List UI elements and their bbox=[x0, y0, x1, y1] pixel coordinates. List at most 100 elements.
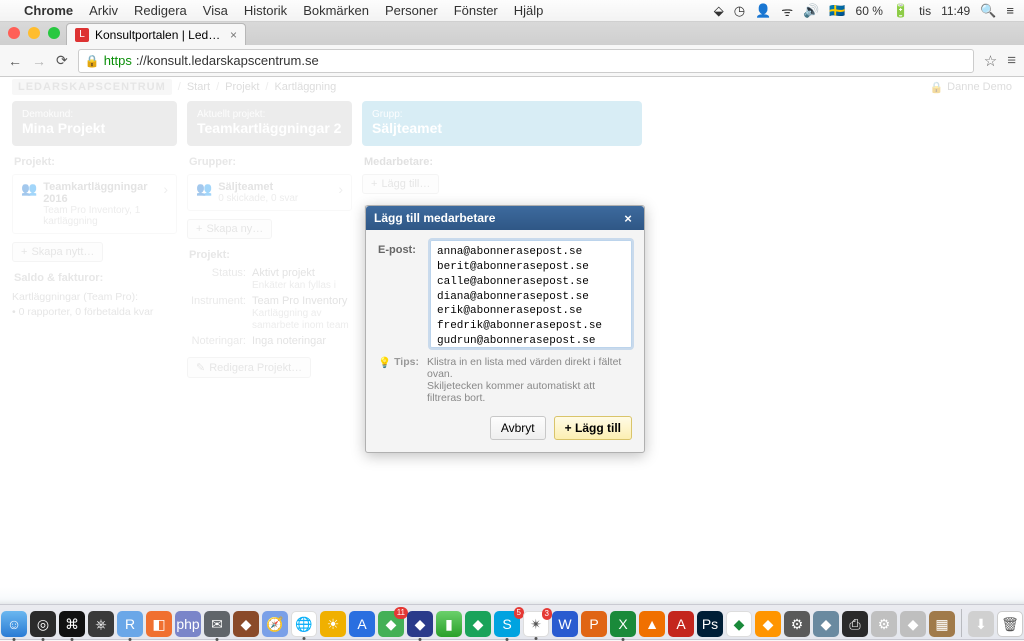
dock-app-icon[interactable]: ◆ bbox=[900, 611, 926, 637]
menu-visa[interactable]: Visa bbox=[203, 3, 228, 18]
crumb-kartlaggning[interactable]: Kartläggning bbox=[274, 81, 336, 93]
edit-project-label: Redigera Projekt… bbox=[209, 362, 302, 374]
dock-app-icon[interactable]: ◆ bbox=[813, 611, 839, 637]
url-rest: ://konsult.ledarskapscentrum.se bbox=[136, 53, 319, 68]
macos-menubar: Chrome Arkiv Redigera Visa Historik Bokm… bbox=[0, 0, 1024, 22]
app-breadcrumb-bar: LEDARSKAPSCENTRUM / Start / Projekt / Ka… bbox=[0, 77, 1024, 97]
dock-acrobat-icon[interactable]: A bbox=[668, 611, 694, 637]
address-bar[interactable]: 🔒 https ://konsult.ledarskapscentrum.se bbox=[78, 49, 974, 73]
reload-button[interactable]: ⟳ bbox=[56, 52, 68, 69]
dock-app-icon[interactable]: ⎙ bbox=[842, 611, 868, 637]
dock-appstore-icon[interactable]: A bbox=[349, 611, 375, 637]
dock-app-icon[interactable]: ◎ bbox=[30, 611, 56, 637]
dock-app-icon[interactable]: ◆ bbox=[755, 611, 781, 637]
dock-vlc-icon[interactable]: ▲ bbox=[639, 611, 665, 637]
edit-project-button[interactable]: ✎ Redigera Projekt… bbox=[187, 357, 311, 378]
window-close-button[interactable] bbox=[8, 27, 20, 39]
menubar-app[interactable]: Chrome bbox=[24, 3, 73, 18]
menu-personer[interactable]: Personer bbox=[385, 3, 438, 18]
column-aktuellt-projekt: Aktuellt projekt: Teamkartläggningar 20 … bbox=[187, 101, 352, 378]
modal-close-button[interactable]: × bbox=[620, 210, 636, 226]
back-button[interactable]: ← bbox=[8, 53, 22, 69]
volume-icon[interactable]: 🔊 bbox=[803, 3, 819, 19]
tab-close-icon[interactable]: × bbox=[230, 28, 237, 42]
menu-historik[interactable]: Historik bbox=[244, 3, 287, 18]
chrome-menu-icon[interactable]: ≡ bbox=[1007, 52, 1016, 69]
crumb-projekt[interactable]: Projekt bbox=[225, 81, 259, 93]
project-list-item[interactable]: 👥 Teamkartläggningar 2016 Team Pro Inven… bbox=[12, 174, 177, 234]
dock-app-icon[interactable]: ☀ bbox=[320, 611, 346, 637]
dock-systemprefs-icon[interactable]: ⚙ bbox=[871, 611, 897, 637]
section-grupper-label: Grupper: bbox=[189, 156, 350, 168]
crumb-sep: / bbox=[216, 81, 219, 93]
plus-icon: + bbox=[196, 223, 202, 235]
dock-php-icon[interactable]: php bbox=[175, 611, 201, 637]
dock-app-icon[interactable]: ⎈ bbox=[88, 611, 114, 637]
email-label: E-post: bbox=[378, 240, 422, 348]
timemachine-icon[interactable]: ◷ bbox=[734, 3, 745, 19]
app-viewport: LEDARSKAPSCENTRUM / Start / Projekt / Ka… bbox=[0, 77, 1024, 587]
window-zoom-button[interactable] bbox=[48, 27, 60, 39]
panel-subtitle: Demokund: bbox=[22, 109, 167, 120]
bookmark-star-icon[interactable]: ☆ bbox=[984, 52, 997, 70]
dock-facetime-icon[interactable]: ▮ bbox=[436, 611, 462, 637]
forward-button[interactable]: → bbox=[32, 53, 46, 69]
menu-fonster[interactable]: Fönster bbox=[454, 3, 498, 18]
dock-chrome-icon[interactable]: 🌐 bbox=[291, 611, 317, 637]
column-mina-projekt: Demokund: Mina Projekt Projekt: 👥 Teamka… bbox=[12, 101, 177, 378]
dock-app-icon[interactable]: ⚙ bbox=[784, 611, 810, 637]
dropbox-icon[interactable]: ⬙ bbox=[714, 3, 724, 19]
dock-app-icon[interactable]: ◆ bbox=[233, 611, 259, 637]
notification-center-icon[interactable]: ≡ bbox=[1006, 3, 1014, 18]
dock-word-icon[interactable]: W bbox=[552, 611, 578, 637]
confirm-add-button[interactable]: + Lägg till bbox=[554, 416, 632, 440]
menu-arkiv[interactable]: Arkiv bbox=[89, 3, 118, 18]
dock-safari-icon[interactable]: 🧭 bbox=[262, 611, 288, 637]
create-group-button[interactable]: + Skapa ny… bbox=[187, 219, 272, 239]
kv-status-v: Aktivt projekt bbox=[252, 267, 315, 279]
wifi-icon[interactable]: ᯤ bbox=[781, 2, 793, 20]
dock-excel-icon[interactable]: X bbox=[610, 611, 636, 637]
dock-skype-icon[interactable]: S5 bbox=[494, 611, 520, 637]
cancel-button[interactable]: Avbryt bbox=[490, 416, 546, 440]
menu-hjalp[interactable]: Hjälp bbox=[514, 3, 544, 18]
dock-app-icon[interactable]: ▦ bbox=[929, 611, 955, 637]
dock-photoshop-icon[interactable]: Ps bbox=[697, 611, 723, 637]
lock-icon: 🔒 bbox=[85, 54, 100, 68]
modal-titlebar: Lägg till medarbetare × bbox=[366, 206, 644, 230]
dock-trash-icon[interactable]: 🗑 bbox=[997, 611, 1023, 637]
flag-icon[interactable]: 🇸🇪 bbox=[829, 3, 845, 19]
menu-redigera[interactable]: Redigera bbox=[134, 3, 187, 18]
browser-tab[interactable]: L Konsultportalen | Ledarsk... × bbox=[66, 23, 246, 45]
create-project-button[interactable]: + Skapa nytt… bbox=[12, 242, 103, 262]
dock-separator bbox=[961, 609, 962, 637]
dock-app-icon[interactable]: ◧ bbox=[146, 611, 172, 637]
window-minimize-button[interactable] bbox=[28, 27, 40, 39]
dock-app-icon[interactable]: ◆11 bbox=[378, 611, 404, 637]
panel-header-grupp: Grupp: Säljteamet bbox=[362, 101, 642, 146]
crumb-sep: / bbox=[265, 81, 268, 93]
add-member-button[interactable]: + Lägg till… bbox=[362, 174, 439, 194]
dock-slack-icon[interactable]: ✴3 bbox=[523, 611, 549, 637]
chevron-right-icon: › bbox=[338, 181, 343, 197]
dock-finder-icon[interactable]: ☺ bbox=[1, 611, 27, 637]
section-medarbetare-label: Medarbetare: bbox=[364, 156, 640, 168]
user-icon[interactable]: 👤 bbox=[755, 3, 771, 19]
dock-app-icon[interactable]: ◆ bbox=[407, 611, 433, 637]
favicon-icon: L bbox=[75, 28, 89, 42]
dock-powerpoint-icon[interactable]: P bbox=[581, 611, 607, 637]
crumb-start[interactable]: Start bbox=[187, 81, 210, 93]
dock-terminal-icon[interactable]: ⌘ bbox=[59, 611, 85, 637]
dock-downloads-icon[interactable]: ⬇ bbox=[968, 611, 994, 637]
spotlight-icon[interactable]: 🔍 bbox=[980, 3, 996, 19]
logged-in-user[interactable]: Danne Demo bbox=[947, 81, 1012, 93]
dock-app-icon[interactable]: ◆ bbox=[465, 611, 491, 637]
menu-bokmarken[interactable]: Bokmärken bbox=[303, 3, 369, 18]
battery-icon[interactable]: 🔋 bbox=[893, 3, 909, 19]
group-list-item[interactable]: 👥 Säljteamet 0 skickade, 0 svar › bbox=[187, 174, 352, 211]
dock-app-icon[interactable]: ◆ bbox=[726, 611, 752, 637]
email-textarea[interactable] bbox=[430, 240, 632, 348]
brand-badge[interactable]: LEDARSKAPSCENTRUM bbox=[12, 79, 172, 95]
dock-mail-icon[interactable]: ✉ bbox=[204, 611, 230, 637]
dock-rstudio-icon[interactable]: R bbox=[117, 611, 143, 637]
